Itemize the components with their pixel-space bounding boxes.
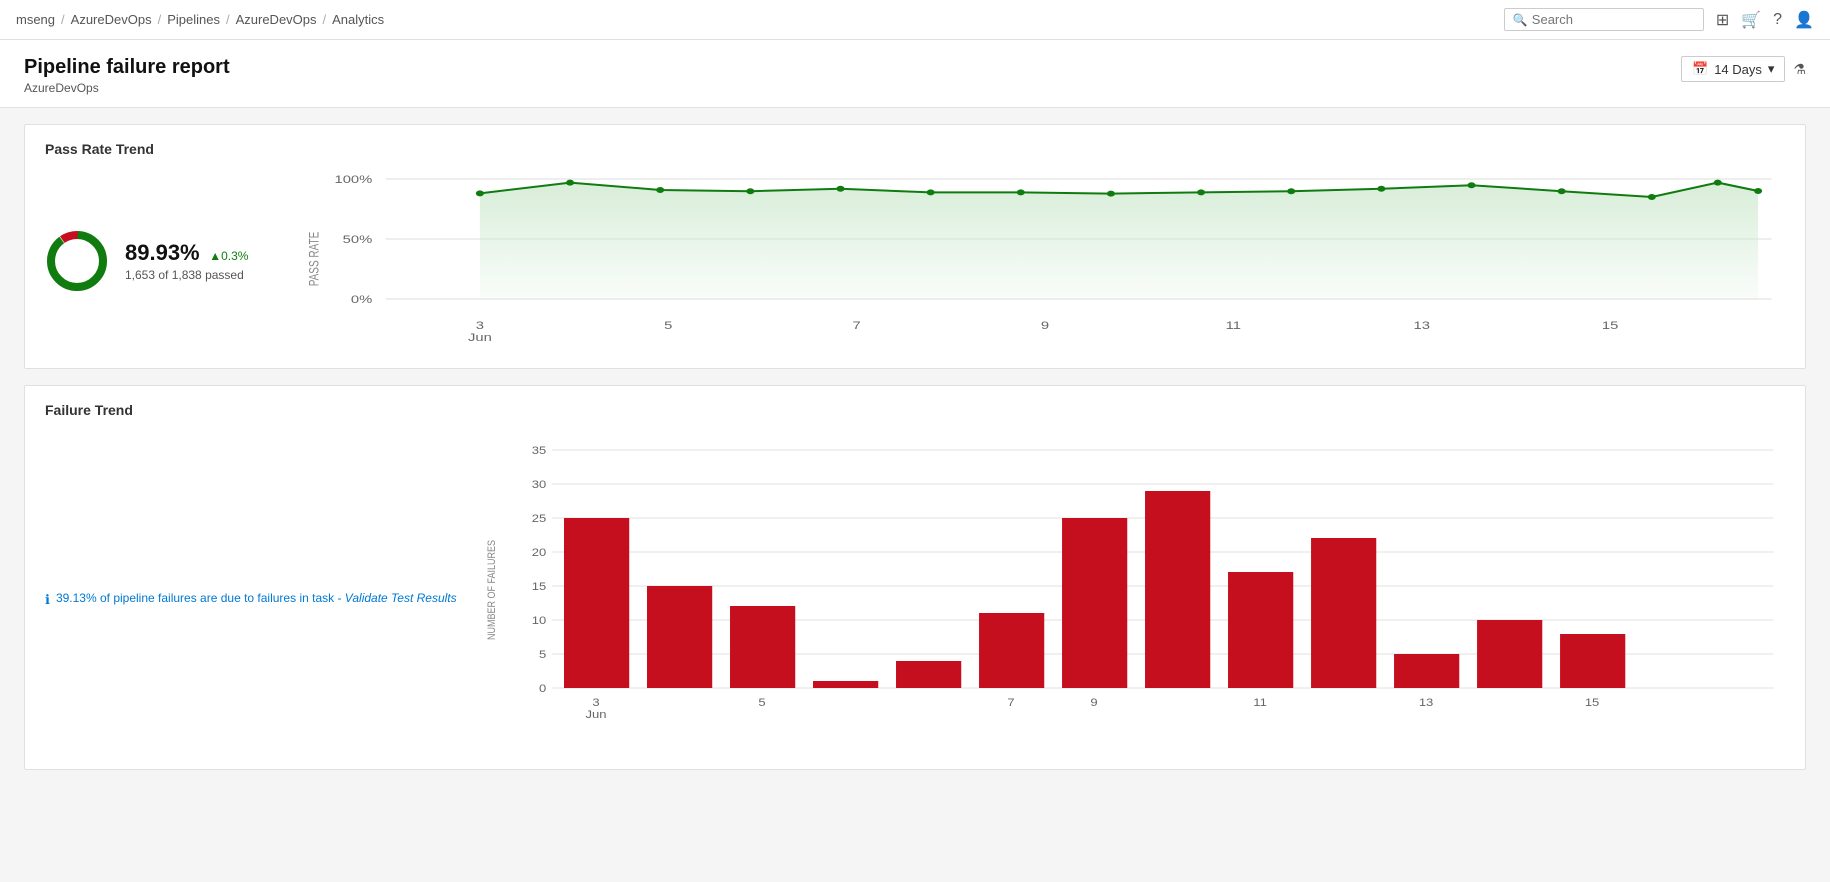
- svg-text:15: 15: [1584, 696, 1599, 709]
- bar-3: [730, 606, 795, 688]
- top-nav: mseng / AzureDevOps / Pipelines / AzureD…: [0, 0, 1830, 40]
- breadcrumb-azuredevops2[interactable]: AzureDevOps: [236, 12, 317, 27]
- bar-1: [564, 518, 629, 688]
- svg-text:5: 5: [539, 648, 547, 661]
- svg-text:9: 9: [1090, 696, 1098, 709]
- search-icon: 🔍: [1513, 13, 1528, 27]
- svg-text:15: 15: [1602, 319, 1618, 332]
- grid-icon[interactable]: ⊞: [1716, 10, 1729, 30]
- bar-8: [1145, 491, 1210, 688]
- bar-13: [1560, 634, 1625, 688]
- bar-4: [813, 681, 878, 688]
- help-icon[interactable]: ?: [1773, 11, 1782, 29]
- svg-text:0: 0: [539, 682, 547, 695]
- bar-5: [896, 661, 961, 688]
- svg-text:Jun: Jun: [468, 331, 492, 344]
- svg-text:20: 20: [531, 546, 546, 559]
- svg-text:13: 13: [1418, 696, 1433, 709]
- svg-text:25: 25: [531, 512, 546, 525]
- breadcrumb-mseng[interactable]: mseng: [16, 12, 55, 27]
- sep1: /: [61, 12, 65, 27]
- svg-text:13: 13: [1414, 319, 1430, 332]
- failure-bar-chart-container: NUMBER OF FAILURES 35 30 25 20: [481, 430, 1785, 753]
- failure-left: ℹ 39.13% of pipeline failures are due to…: [45, 430, 481, 609]
- date-filter-label: 14 Days: [1714, 62, 1762, 77]
- svg-text:7: 7: [853, 319, 861, 332]
- sep4: /: [323, 12, 327, 27]
- breadcrumb: mseng / AzureDevOps / Pipelines / AzureD…: [16, 12, 384, 27]
- failure-trend-card: Failure Trend ℹ 39.13% of pipeline failu…: [24, 385, 1806, 770]
- stats-block: 89.93% ▲0.3% 1,653 of 1,838 passed: [125, 240, 248, 282]
- pass-percentage-row: 89.93% ▲0.3%: [125, 240, 248, 266]
- user-icon[interactable]: 👤: [1794, 10, 1814, 30]
- breadcrumb-analytics: Analytics: [332, 12, 384, 27]
- pass-rate-card: Pass Rate Trend: [24, 124, 1806, 369]
- main-content: Pass Rate Trend: [0, 108, 1830, 786]
- filter-icon[interactable]: ⚗: [1793, 61, 1806, 78]
- failure-note: ℹ 39.13% of pipeline failures are due to…: [45, 590, 457, 609]
- search-box[interactable]: 🔍: [1504, 8, 1704, 31]
- sep2: /: [158, 12, 162, 27]
- svg-text:35: 35: [531, 444, 546, 457]
- chevron-down-icon: ▾: [1768, 61, 1775, 77]
- svg-text:NUMBER OF FAILURES: NUMBER OF FAILURES: [486, 540, 498, 640]
- date-filter: 📅 14 Days ▾ ⚗: [1681, 56, 1806, 82]
- bar-12: [1477, 620, 1542, 688]
- task-link[interactable]: Validate Test Results: [345, 591, 457, 605]
- breadcrumb-azuredevops1[interactable]: AzureDevOps: [71, 12, 152, 27]
- bar-7: [1062, 518, 1127, 688]
- svg-text:5: 5: [664, 319, 672, 332]
- bar-9: [1228, 572, 1293, 688]
- failure-section: ℹ 39.13% of pipeline failures are due to…: [45, 430, 1785, 753]
- svg-text:30: 30: [531, 478, 546, 491]
- svg-text:PASS RATE: PASS RATE: [306, 232, 322, 287]
- sep3: /: [226, 12, 230, 27]
- basket-icon[interactable]: 🛒: [1741, 10, 1761, 30]
- pass-rate-title: Pass Rate Trend: [45, 141, 1785, 157]
- svg-text:Jun: Jun: [585, 708, 606, 721]
- bar-10: [1311, 538, 1376, 688]
- pass-rate-left: 89.93% ▲0.3% 1,653 of 1,838 passed: [45, 229, 305, 293]
- svg-text:100%: 100%: [334, 173, 372, 186]
- breadcrumb-pipelines[interactable]: Pipelines: [167, 12, 220, 27]
- svg-text:10: 10: [531, 614, 546, 627]
- svg-text:7: 7: [1007, 696, 1015, 709]
- pass-percentage: 89.93%: [125, 240, 200, 265]
- svg-text:3: 3: [592, 696, 600, 709]
- bar-2: [647, 586, 712, 688]
- failure-trend-title: Failure Trend: [45, 402, 1785, 418]
- nav-actions: 🔍 ⊞ 🛒 ? 👤: [1504, 8, 1814, 31]
- page-title-block: Pipeline failure report AzureDevOps: [24, 56, 230, 95]
- bar-11: [1394, 654, 1459, 688]
- date-filter-button[interactable]: 📅 14 Days ▾: [1681, 56, 1785, 82]
- page-subtitle: AzureDevOps: [24, 81, 230, 95]
- page-header: Pipeline failure report AzureDevOps 📅 14…: [0, 40, 1830, 108]
- svg-text:50%: 50%: [343, 233, 373, 246]
- calendar-icon: 📅: [1692, 61, 1708, 77]
- info-icon: ℹ: [45, 591, 50, 609]
- pass-rate-chart-area: 100% 50% 0% 3 Jun 5 7 9 11 13 15 PASS RA…: [305, 169, 1785, 352]
- svg-text:15: 15: [531, 580, 546, 593]
- svg-text:11: 11: [1226, 319, 1241, 332]
- trend-badge: ▲0.3%: [209, 249, 248, 263]
- donut-and-stats: 89.93% ▲0.3% 1,653 of 1,838 passed: [45, 229, 248, 293]
- svg-text:9: 9: [1041, 319, 1049, 332]
- note-text: 39.13% of pipeline failures are due to f…: [56, 590, 457, 607]
- svg-text:3: 3: [476, 319, 484, 332]
- page-title: Pipeline failure report: [24, 56, 230, 79]
- svg-text:11: 11: [1253, 696, 1267, 709]
- pass-rate-section: 89.93% ▲0.3% 1,653 of 1,838 passed 100%: [45, 169, 1785, 352]
- search-input[interactable]: [1532, 12, 1695, 27]
- svg-text:0%: 0%: [351, 293, 373, 306]
- donut-chart: [45, 229, 109, 293]
- pass-count: 1,653 of 1,838 passed: [125, 268, 248, 282]
- bar-6: [979, 613, 1044, 688]
- failure-bar-chart: NUMBER OF FAILURES 35 30 25 20: [481, 430, 1785, 750]
- svg-text:5: 5: [758, 696, 766, 709]
- pass-rate-line-chart: 100% 50% 0% 3 Jun 5 7 9 11 13 15 PASS RA…: [305, 169, 1785, 349]
